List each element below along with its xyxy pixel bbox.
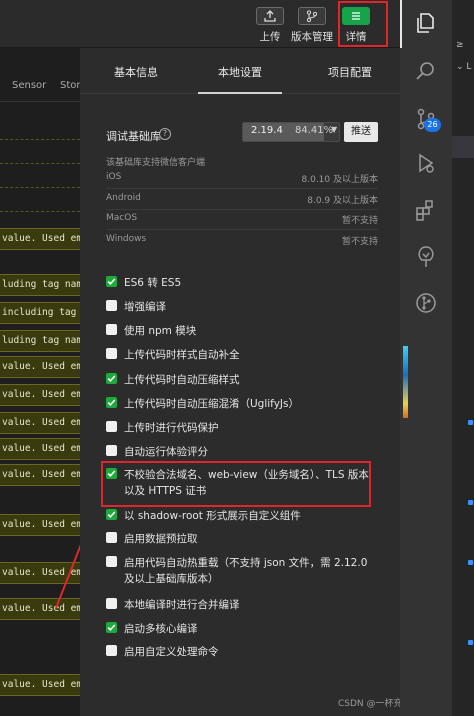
option-label: 以 shadow-root 形式展示自定义组件 — [124, 510, 301, 522]
os-support: 暂不支持 — [341, 237, 378, 247]
option-label: 使用 npm 模块 — [124, 325, 197, 337]
explorer-item[interactable]: ≥ — [456, 40, 464, 50]
explorer-item[interactable]: ⌄ L — [456, 62, 471, 72]
extensions-icon[interactable] — [413, 198, 439, 224]
os-name: iOS — [106, 172, 122, 182]
active-indicator — [400, 0, 402, 48]
checkmark-icon — [107, 278, 116, 285]
chevron-down-icon: ▼ — [331, 125, 338, 134]
option-label: 自动运行体验评分 — [124, 446, 208, 458]
divider — [106, 229, 378, 230]
scroll-indicator[interactable] — [403, 346, 408, 418]
details-tabs: 基本信息 本地设置 项目配置 — [80, 48, 400, 94]
tree-icon[interactable] — [413, 244, 439, 270]
support-title: 该基础库支持微信客户端 — [106, 158, 206, 168]
base-library-percent: 84.41% — [295, 125, 334, 136]
checkbox-unchecked[interactable] — [106, 556, 117, 567]
explorer-panel: ≥ ⌄ L — [452, 0, 474, 716]
checkbox-unchecked[interactable] — [106, 445, 117, 456]
support-row-android: Android 8.0.9 及以上版本 — [106, 193, 378, 209]
checkbox-checked[interactable] — [106, 622, 117, 633]
os-name: Android — [106, 193, 141, 203]
option-label: 增强编译 — [124, 301, 166, 313]
checkbox-unchecked[interactable] — [106, 348, 117, 359]
file-marker-icon — [468, 500, 473, 505]
checkbox-checked[interactable] — [106, 509, 117, 520]
divider — [106, 188, 378, 189]
option-label: 启动多核心编译 — [124, 623, 198, 635]
os-support: 暂不支持 — [341, 216, 378, 226]
explorer-selected-row[interactable] — [452, 136, 474, 158]
checkmark-icon — [107, 511, 116, 518]
checkmark-icon — [107, 624, 116, 631]
file-marker-icon — [468, 560, 473, 565]
option-label: 上传代码时自动压缩样式 — [124, 374, 240, 386]
active-tab-indicator — [198, 92, 282, 94]
option-label: ES6 转 ES5 — [124, 277, 182, 289]
checkbox-checked[interactable] — [106, 373, 117, 384]
os-name: MacOS — [106, 213, 138, 223]
os-support: 8.0.9 及以上版本 — [307, 196, 378, 206]
search-icon[interactable] — [413, 58, 439, 84]
base-library-select[interactable]: 2.19.4 84.41% ▼ — [242, 122, 340, 142]
option-label: 启用数据预拉取 — [124, 533, 198, 545]
option-label: 启用代码自动热重载（不支持 json 文件，需 2.12.0 及以上基础库版本） — [124, 557, 368, 585]
option-label: 上传代码时自动压缩混淆（UglifyJs） — [124, 398, 299, 410]
checkbox-checked[interactable] — [106, 397, 117, 408]
help-icon[interactable]: ? — [159, 128, 171, 140]
support-row-ios: iOS 8.0.10 及以上版本 — [106, 172, 378, 188]
checkbox-unchecked[interactable] — [106, 532, 117, 543]
checkbox-unchecked[interactable] — [106, 324, 117, 335]
tab-basic-info[interactable]: 基本信息 — [114, 64, 158, 80]
support-row-macos: MacOS 暂不支持 — [106, 213, 378, 229]
support-row-windows: Windows 暂不支持 — [106, 234, 378, 250]
notification-badge: 26 — [424, 118, 441, 132]
details-panel: 基本信息 本地设置 项目配置 调试基础库 ? 2.19.4 84.41% ▼ 推… — [80, 48, 400, 716]
git-graph-icon[interactable] — [413, 290, 439, 316]
base-library-version: 2.19.4 — [251, 125, 283, 136]
checkbox-unchecked[interactable] — [106, 598, 117, 609]
file-marker-icon — [468, 420, 473, 425]
os-support: 8.0.10 及以上版本 — [301, 175, 379, 185]
checkmark-icon — [107, 399, 116, 406]
option-label: 上传代码时样式自动补全 — [124, 349, 240, 361]
option-label: 本地编译时进行合并编译 — [124, 599, 240, 611]
os-name: Windows — [106, 234, 147, 244]
files-icon[interactable] — [413, 10, 439, 36]
checkbox-checked[interactable] — [106, 276, 117, 287]
tab-local-settings[interactable]: 本地设置 — [218, 64, 262, 80]
divider — [106, 209, 378, 210]
checkbox-unchecked[interactable] — [106, 645, 117, 656]
option-label: 启用自定义处理命令 — [124, 646, 219, 658]
checkbox-unchecked[interactable] — [106, 300, 117, 311]
highlight-annotation — [101, 461, 371, 507]
checkmark-icon — [107, 375, 116, 382]
checkbox-unchecked[interactable] — [106, 421, 117, 432]
base-library-label: 调试基础库 — [106, 130, 161, 143]
file-marker-icon — [468, 640, 473, 645]
push-button[interactable]: 推送 — [344, 122, 378, 142]
tab-project-config[interactable]: 项目配置 — [328, 64, 372, 80]
run-debug-icon[interactable] — [413, 150, 439, 176]
option-label: 上传时进行代码保护 — [124, 422, 219, 434]
